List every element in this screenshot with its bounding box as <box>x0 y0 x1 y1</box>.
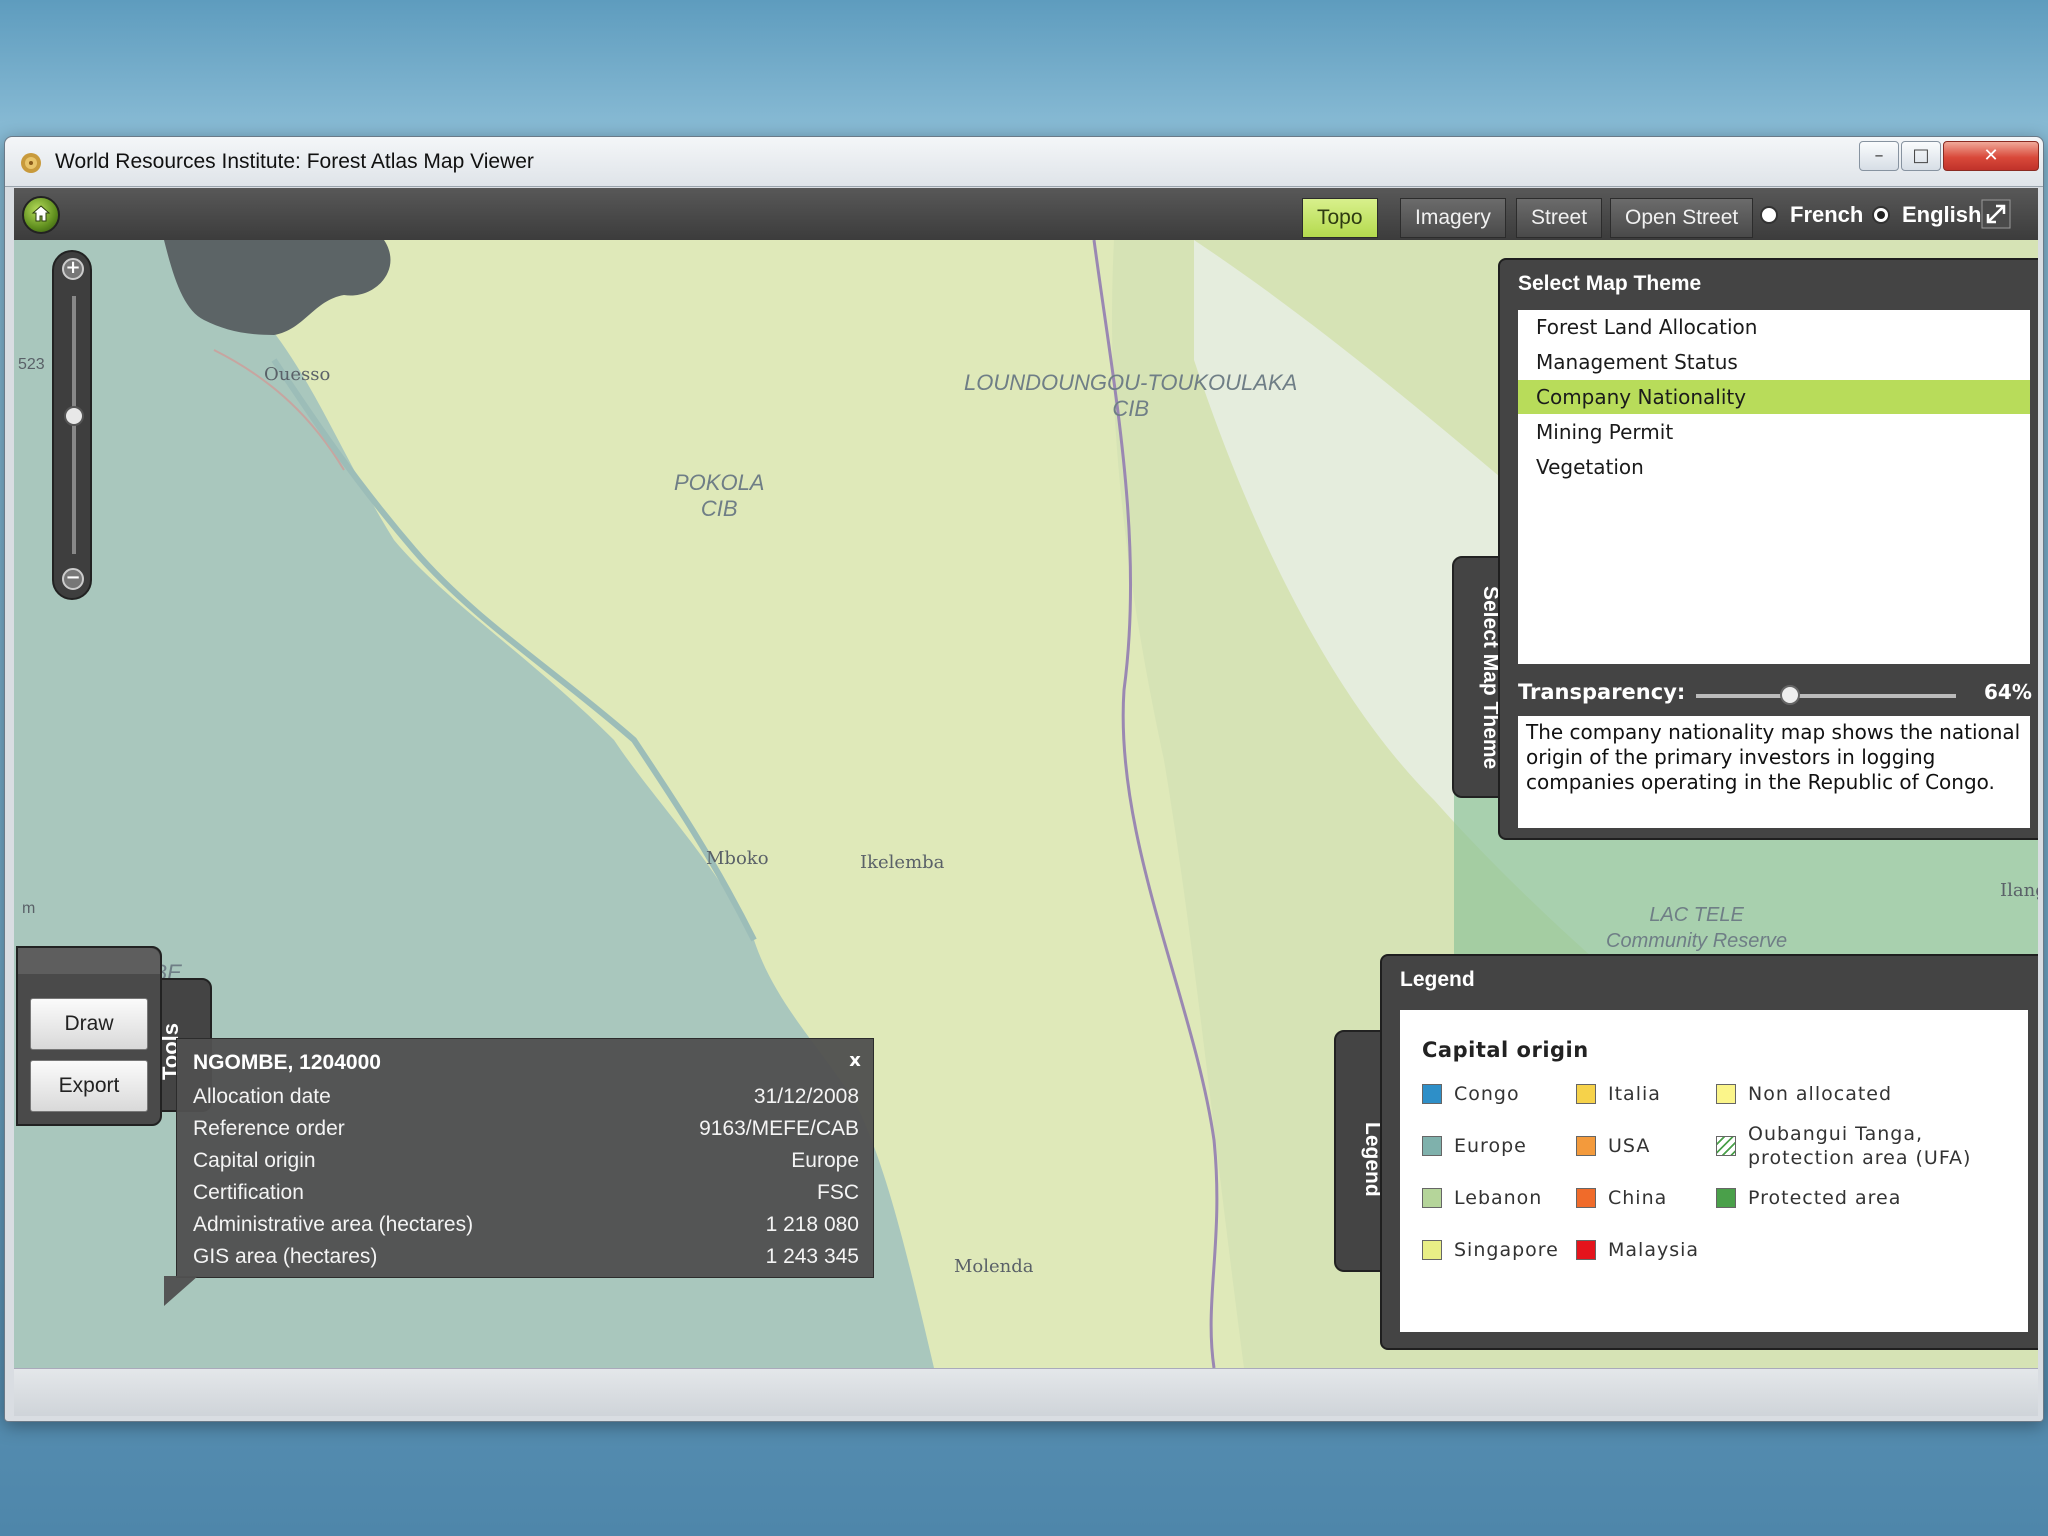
transparency-value: 64% <box>1984 680 2032 704</box>
legend-label: Non allocated <box>1748 1083 1893 1105</box>
info-row: Certification FSC <box>193 1181 859 1211</box>
info-value: 31/12/2008 <box>753 1085 859 1108</box>
legend-title: Legend <box>1400 968 1475 991</box>
theme-list: Forest Land Allocation Management Status… <box>1518 310 2030 664</box>
status-bar <box>14 1368 2038 1416</box>
legend-body: Capital origin Congo Italia Non allocate… <box>1400 1010 2028 1332</box>
top-toolbar: Topo Imagery Street Open Street French E… <box>14 188 2038 240</box>
zoom-out-button[interactable]: − <box>62 568 84 590</box>
info-popup-close-button[interactable]: x <box>847 1052 863 1070</box>
zoom-thumb[interactable] <box>64 406 84 426</box>
region-label-pokola: POKOLA CIB <box>674 470 765 521</box>
legend-label: Lebanon <box>1454 1187 1543 1209</box>
home-icon <box>31 205 51 222</box>
info-key: Certification <box>193 1181 304 1204</box>
legend-label: USA <box>1608 1135 1651 1157</box>
app-icon <box>21 153 41 173</box>
legend-swatch <box>1422 1136 1442 1156</box>
legend-label: Oubangui Tanga, protection area (UFA) <box>1748 1123 1972 1169</box>
feature-info-popup: NGOMBE, 1204000 x Allocation date 31/12/… <box>176 1038 874 1278</box>
legend-swatch-hatch <box>1716 1136 1736 1156</box>
info-value: 1 243 345 <box>765 1245 859 1268</box>
english-label[interactable]: English <box>1902 202 1981 228</box>
legend-swatch <box>1576 1188 1596 1208</box>
legend-swatch <box>1576 1240 1596 1260</box>
town-mboko: Mboko <box>706 848 769 869</box>
region-label-lac-tele: LAC TELE Community Reserve <box>1606 904 1788 952</box>
theme-item-management-status[interactable]: Management Status <box>1518 345 2030 379</box>
legend-label: Europe <box>1454 1135 1527 1157</box>
info-value: 9163/MEFE/CAB <box>699 1117 859 1140</box>
scale-label: 523 <box>18 356 45 373</box>
info-row: Reference order 9163/MEFE/CAB <box>193 1117 859 1147</box>
info-value: FSC <box>817 1181 859 1204</box>
minimize-button[interactable]: – <box>1859 141 1899 171</box>
select-map-theme-panel: Select Map Theme Forest Land Allocation … <box>1498 258 2038 840</box>
info-key: GIS area (hectares) <box>193 1245 378 1268</box>
legend-panel: Legend Capital origin Congo Italia Non a… <box>1380 954 2038 1350</box>
basemap-topo-button[interactable]: Topo <box>1302 198 1378 238</box>
legend-swatch <box>1422 1188 1442 1208</box>
transparency-slider-thumb[interactable] <box>1779 685 1800 705</box>
basemap-street-button[interactable]: Street <box>1516 198 1603 238</box>
town-ikelemba: Ikelemba <box>860 852 945 873</box>
info-key: Allocation date <box>193 1085 331 1108</box>
info-key: Administrative area (hectares) <box>193 1213 474 1236</box>
theme-item-mining-permit[interactable]: Mining Permit <box>1518 415 2030 449</box>
info-key: Reference order <box>193 1117 345 1140</box>
legend-swatch <box>1576 1084 1596 1104</box>
basemap-imagery-button[interactable]: Imagery <box>1400 198 1506 238</box>
legend-label: China <box>1608 1187 1668 1209</box>
close-button[interactable]: ✕ <box>1943 141 2039 171</box>
theme-panel-title: Select Map Theme <box>1518 272 1702 295</box>
transparency-label: Transparency: <box>1518 680 1686 704</box>
window-title: World Resources Institute: Forest Atlas … <box>55 150 534 173</box>
info-row: Capital origin Europe <box>193 1149 859 1179</box>
basemap-open-street-button[interactable]: Open Street <box>1610 198 1754 238</box>
scale-unit: m <box>22 900 36 917</box>
info-row: Allocation date 31/12/2008 <box>193 1085 859 1115</box>
tools-panel: Draw Export <box>16 946 162 1126</box>
theme-description: The company nationality map shows the na… <box>1518 716 2030 828</box>
export-button[interactable]: Export <box>30 1060 148 1112</box>
tools-panel-header <box>18 948 160 974</box>
info-value: 1 218 080 <box>765 1213 859 1236</box>
legend-swatch <box>1422 1084 1442 1104</box>
home-button[interactable] <box>22 196 60 234</box>
theme-item-forest-land-allocation[interactable]: Forest Land Allocation <box>1518 310 2030 344</box>
info-popup-pointer <box>164 1276 198 1306</box>
maximize-button[interactable]: □ <box>1901 141 1941 171</box>
map-canvas[interactable]: POKOLA CIB LOUNDOUNGOU-TOUKOULAKA CIB NG… <box>14 240 2038 1368</box>
legend-label: Italia <box>1608 1083 1661 1105</box>
theme-item-company-nationality[interactable]: Company Nationality <box>1518 380 2030 414</box>
info-row: Administrative area (hectares) 1 218 080 <box>193 1213 859 1243</box>
legend-label: Congo <box>1454 1083 1520 1105</box>
legend-label: Protected area <box>1748 1187 1902 1209</box>
transparency-slider-track[interactable] <box>1696 694 1956 698</box>
legend-heading: Capital origin <box>1422 1038 1589 1062</box>
legend-swatch <box>1716 1188 1736 1208</box>
draw-button[interactable]: Draw <box>30 998 148 1050</box>
town-molenda: Molenda <box>954 1256 1034 1277</box>
legend-label: Malaysia <box>1608 1239 1700 1261</box>
title-bar[interactable]: World Resources Institute: Forest Atlas … <box>5 137 2043 187</box>
info-value: Europe <box>791 1149 859 1172</box>
town-ilang: Ilang <box>2000 880 2038 901</box>
french-radio[interactable] <box>1760 206 1778 224</box>
french-label[interactable]: French <box>1790 202 1863 228</box>
zoom-slider[interactable]: + − <box>52 250 92 600</box>
info-popup-title: NGOMBE, 1204000 <box>193 1051 381 1074</box>
region-label-loundoungou: LOUNDOUNGOU-TOUKOULAKA CIB <box>964 370 1298 421</box>
theme-item-vegetation[interactable]: Vegetation <box>1518 450 2030 484</box>
info-row: GIS area (hectares) 1 243 345 <box>193 1245 859 1275</box>
zoom-in-button[interactable]: + <box>62 258 84 280</box>
legend-swatch <box>1716 1084 1736 1104</box>
info-key: Capital origin <box>193 1149 316 1172</box>
legend-swatch <box>1576 1136 1596 1156</box>
english-radio[interactable] <box>1872 206 1890 224</box>
town-ouesso: Ouesso <box>264 364 331 385</box>
legend-label: Singapore <box>1454 1239 1559 1261</box>
fullscreen-icon[interactable] <box>1980 198 2012 230</box>
legend-swatch <box>1422 1240 1442 1260</box>
